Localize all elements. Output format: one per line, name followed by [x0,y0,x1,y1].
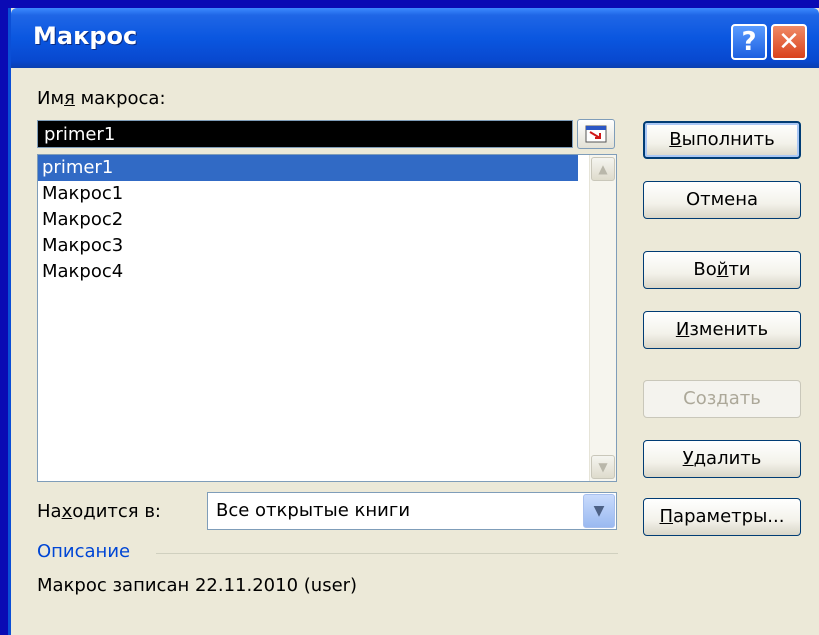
help-icon: ? [741,27,757,57]
cancel-button[interactable]: Отмена [643,181,801,219]
location-dropdown-button[interactable]: ▼ [583,494,615,528]
scroll-down-button[interactable]: ▼ [591,455,615,479]
collapse-dialog-button[interactable] [577,119,615,149]
run-button[interactable]: Выполнить [643,121,801,159]
description-heading: Описание [37,541,131,562]
description-divider [156,553,618,554]
close-button[interactable]: ✕ [771,24,807,60]
chevron-down-icon: ▼ [593,503,605,519]
macro-name-label: Имя макроса: [37,88,166,109]
collapse-dialog-icon [585,125,607,143]
macro-list-scrollbar[interactable]: ▲ ▼ [589,155,616,481]
chevron-down-icon: ▼ [598,460,608,474]
edit-button[interactable]: Изменить [643,311,801,349]
create-button: Создать [643,380,801,418]
macro-list-item-macro3[interactable]: Макрос3 [38,233,578,259]
location-select-value: Все открытые книги [216,500,411,521]
title-bar[interactable]: Макрос ? ✕ [11,8,819,68]
step-into-button[interactable]: Войти [643,251,801,289]
macro-list-item-macro1[interactable]: Макрос1 [38,181,578,207]
macro-dialog: Макрос ? ✕ Имя макроса: primer1 primer1 … [8,8,819,635]
location-select[interactable]: Все открытые книги ▼ [207,492,617,530]
macro-name-input[interactable]: primer1 [37,120,573,148]
scroll-up-button[interactable]: ▲ [591,157,615,181]
window-title: Макрос [33,22,138,50]
chevron-up-icon: ▲ [598,162,608,176]
description-text: Макрос записан 22.11.2010 (user) [37,575,358,596]
delete-button[interactable]: Удалить [643,440,801,478]
location-label: Находится в: [37,501,161,522]
close-icon: ✕ [778,27,800,57]
macro-list-item-macro2[interactable]: Макрос2 [38,207,578,233]
options-button[interactable]: Параметры... [643,498,801,536]
macro-list-item-primer1[interactable]: primer1 [38,155,578,181]
help-button[interactable]: ? [731,24,767,60]
macro-list[interactable]: primer1 Макрос1 Макрос2 Макрос3 Макрос4 … [37,154,617,482]
macro-list-item-macro4[interactable]: Макрос4 [38,259,578,285]
